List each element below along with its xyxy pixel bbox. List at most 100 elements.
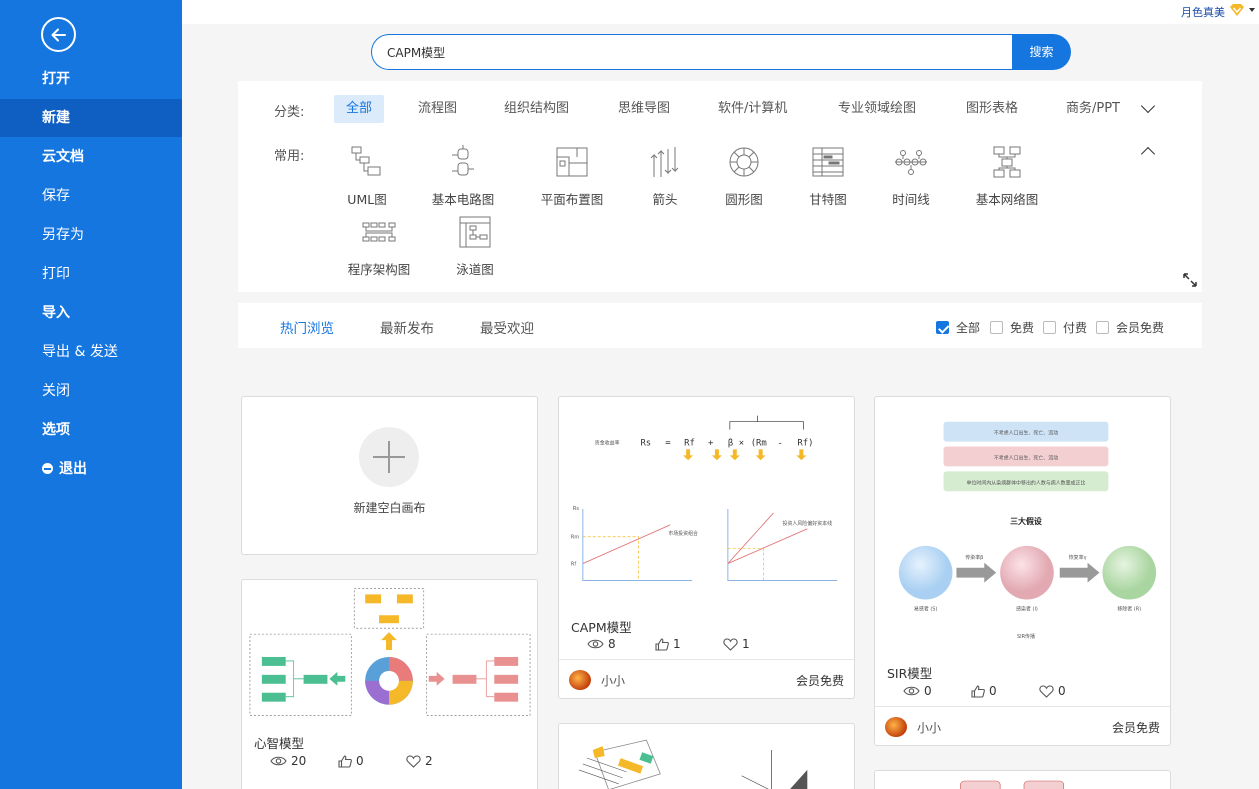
capm-formula-plus: + (708, 438, 713, 448)
sidebar-item-cloud-docs[interactable]: 云文档 (0, 138, 182, 176)
floor-plan-icon (556, 147, 588, 177)
like-count[interactable]: 0 (338, 754, 406, 768)
tab-org-chart[interactable]: 组织结构图 (492, 95, 581, 123)
template-card-mind-model[interactable]: 心智模型 20 0 2 (241, 579, 538, 789)
thumbs-up-icon (971, 684, 985, 698)
common-item-floor-plan[interactable]: 平面布置图 (527, 145, 617, 208)
swimlane-icon (459, 216, 491, 248)
common-item-label: 泳道图 (456, 262, 494, 277)
template-card-capm[interactable]: 资金收益率 Rs = Rf + β × (Rm - Rf) Rm Rf Rs 市… (558, 396, 855, 699)
common-item-arrow[interactable]: 箭头 (620, 145, 710, 208)
capm-formula-rf2: Rf) (797, 438, 813, 448)
common-item-label: 基本电路图 (431, 192, 495, 207)
back-arrow-icon[interactable] (41, 17, 76, 52)
filter-free[interactable]: 免费 (990, 319, 1034, 336)
sidebar-item-close[interactable]: 关闭 (0, 372, 182, 410)
category-label: 分类: (274, 105, 305, 120)
card-stats: 8 1 1 (587, 637, 791, 651)
filter-all-checkbox[interactable] (936, 321, 949, 334)
heart-icon (406, 754, 421, 768)
card-title[interactable]: SIR模型 (887, 663, 932, 682)
filter-member-free-checkbox[interactable] (1096, 321, 1109, 334)
common-item-network[interactable]: 基本网络图 (962, 145, 1052, 208)
user-name[interactable]: 月色真美 (1181, 4, 1225, 20)
network-icon (993, 146, 1021, 178)
card-title[interactable]: 心智模型 (254, 733, 304, 752)
search-input[interactable] (371, 34, 1013, 70)
sidebar-item-save-as[interactable]: 另存为 (0, 216, 182, 254)
common-item-timeline[interactable]: 时间线 (866, 145, 956, 208)
common-item-circle[interactable]: 圆形图 (699, 145, 789, 208)
common-item-program-arch[interactable]: 程序架构图 (334, 215, 424, 278)
tab-popular[interactable]: 最受欢迎 (480, 317, 534, 337)
like-count[interactable]: 1 (655, 637, 723, 651)
filter-paid-checkbox[interactable] (1043, 321, 1056, 334)
user-menu-caret-icon[interactable] (1249, 8, 1255, 12)
avatar[interactable] (569, 670, 591, 690)
sidebar-item-export[interactable]: 导出 & 发送 (0, 333, 182, 371)
physics-thumbnail (578, 739, 808, 789)
arrows-icon (650, 147, 679, 177)
chevron-down-icon[interactable] (1140, 98, 1156, 114)
sidebar-item-exit[interactable]: 退出 (0, 450, 182, 488)
template-card-sir[interactable]: 不考虑人口出生、死亡、流动 不考虑人口出生、死亡、流动 单位时间内从染病群体中移… (874, 396, 1171, 746)
tab-software[interactable]: 软件/计算机 (706, 95, 799, 123)
filter-member-free[interactable]: 会员免费 (1096, 319, 1164, 336)
filter-label: 会员免费 (1116, 321, 1165, 335)
capm-formula-eq: = (665, 438, 670, 448)
tab-business-ppt[interactable]: 商务/PPT (1054, 95, 1132, 123)
favorite-count[interactable]: 2 (406, 754, 474, 768)
filter-paid[interactable]: 付费 (1043, 319, 1087, 336)
new-blank-canvas-card[interactable]: 新建空白画布 (241, 396, 538, 555)
filter-free-checkbox[interactable] (990, 321, 1003, 334)
capm-note-right: 投资人风险偏好资本线 (782, 520, 832, 527)
sidebar-item-new[interactable]: 新建 (0, 99, 182, 137)
common-item-circuit[interactable]: 基本电路图 (418, 145, 508, 208)
circle-diagram-icon (729, 147, 759, 177)
view-count: 8 (587, 637, 655, 651)
tab-all[interactable]: 全部 (334, 95, 385, 123)
common-item-swimlane[interactable]: 泳道图 (430, 215, 520, 278)
author-name[interactable]: 小小 (917, 719, 941, 736)
sidebar-item-options[interactable]: 选项 (0, 411, 182, 449)
common-item-gantt[interactable]: 甘特图 (783, 145, 873, 208)
capm-note-left: 市场投资组合 (668, 530, 698, 537)
tab-latest[interactable]: 最新发布 (380, 317, 434, 337)
card-footer: 小小 会员免费 (875, 706, 1170, 745)
tab-graphic-table[interactable]: 图形表格 (954, 95, 1030, 123)
thumbs-up-icon (338, 754, 352, 768)
filter-label: 付费 (1063, 321, 1088, 335)
common-item-label: UML图 (347, 192, 387, 207)
template-card-physics[interactable] (558, 723, 855, 789)
card-footer: 小小 会员免费 (559, 659, 854, 698)
like-count[interactable]: 0 (971, 684, 1039, 698)
template-card-partial[interactable] (874, 770, 1171, 789)
author-name[interactable]: 小小 (601, 672, 625, 689)
tab-professional[interactable]: 专业领域绘图 (826, 95, 928, 123)
favorite-count[interactable]: 1 (723, 637, 791, 651)
tab-mind-map[interactable]: 思维导图 (606, 95, 682, 123)
sidebar-item-save[interactable]: 保存 (0, 177, 182, 215)
card-title[interactable]: CAPM模型 (571, 617, 632, 636)
tab-flowchart[interactable]: 流程图 (406, 95, 469, 123)
capm-axis-rm: Rm (571, 535, 579, 541)
expand-icon[interactable] (1182, 272, 1198, 288)
filter-all[interactable]: 全部 (936, 319, 980, 336)
favorite-count[interactable]: 0 (1039, 684, 1107, 698)
timeline-icon (895, 150, 927, 175)
chevron-up-icon[interactable] (1140, 146, 1156, 162)
sidebar-item-exit-label: 退出 (59, 461, 87, 477)
avatar[interactable] (885, 717, 907, 737)
common-item-uml[interactable]: UML图 (322, 145, 412, 208)
capm-axis-rs: Rs (573, 506, 579, 512)
mind-model-thumbnail (249, 588, 531, 716)
card-stats: 0 0 0 (903, 684, 1107, 698)
capm-formula-times: × (739, 438, 744, 448)
tab-hot[interactable]: 热门浏览 (280, 317, 334, 337)
sir-assumption-1: 不考虑人口出生、死亡、流动 (994, 430, 1058, 437)
sidebar-item-import[interactable]: 导入 (0, 294, 182, 332)
sidebar-item-print[interactable]: 打印 (0, 255, 182, 293)
sidebar-item-open[interactable]: 打开 (0, 60, 182, 98)
search-button[interactable]: 搜索 (1012, 34, 1071, 70)
eye-icon (903, 686, 920, 696)
